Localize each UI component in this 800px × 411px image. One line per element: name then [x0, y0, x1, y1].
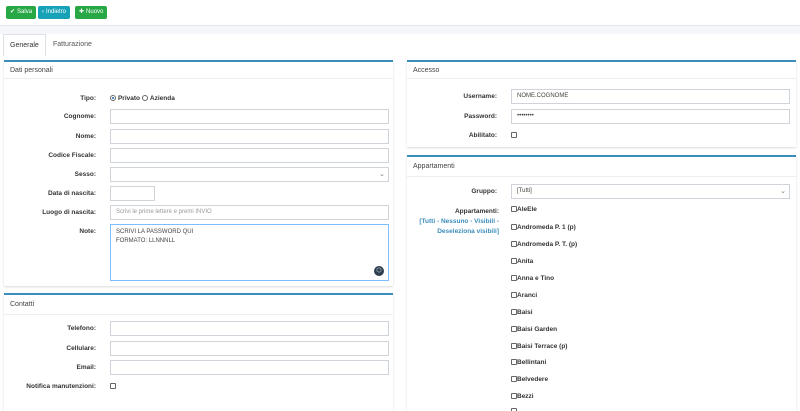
- list-item[interactable]: Baisi: [511, 309, 533, 316]
- tax-code-label: Codice Fiscale:: [48, 152, 96, 159]
- type-private-radio[interactable]: [110, 95, 116, 102]
- surname-input[interactable]: [110, 109, 389, 124]
- chevron-left-icon: ‹: [42, 9, 44, 15]
- name-label: Nome:: [75, 133, 96, 140]
- list-item[interactable]: Baisi Garden: [511, 326, 557, 333]
- phone-input[interactable]: [110, 321, 389, 336]
- save-button[interactable]: ✔ Salva: [6, 6, 37, 19]
- access-card: Accesso Username: NOME.COGNOME Password:…: [407, 60, 796, 147]
- mobile-row: Cellulare:: [4, 341, 393, 356]
- group-label: Gruppo:: [471, 188, 497, 195]
- username-input[interactable]: NOME.COGNOME: [511, 89, 790, 104]
- list-item[interactable]: Anna e Tino: [511, 275, 554, 282]
- new-button-label: Nuovo: [86, 9, 104, 15]
- birth-place-row: Luogo di nascita: Scrivi le prime letter…: [4, 205, 393, 220]
- apartments-controls: Appartamenti: [Tutti - Nessuno - Visibil…: [407, 207, 499, 237]
- surname-label: Cognome:: [63, 113, 96, 120]
- password-input[interactable]: ••••••••: [511, 109, 790, 124]
- phone-label: Telefono:: [67, 325, 96, 332]
- notes-label: Note:: [79, 228, 96, 235]
- group-select[interactable]: [Tutti] ⌄: [511, 184, 790, 199]
- grammar-helper-icon[interactable]: ⬡: [374, 266, 384, 276]
- name-input[interactable]: [110, 129, 389, 144]
- list-item[interactable]: AleEle: [511, 206, 537, 213]
- mobile-label: Cellulare:: [66, 345, 96, 352]
- list-item[interactable]: Anita: [511, 258, 533, 265]
- birth-place-label: Luogo di nascita:: [42, 209, 96, 216]
- sex-select[interactable]: ⌄: [110, 167, 389, 182]
- main-content: Dati personali Tipo: Privato Azienda Cog…: [0, 56, 800, 411]
- tax-code-input[interactable]: [110, 148, 389, 163]
- maintenance-label: Notifica manutenzioni:: [26, 383, 96, 390]
- birth-date-row: Data di nascita:: [4, 186, 393, 201]
- username-row: Username: NOME.COGNOME: [407, 89, 796, 104]
- chevron-down-icon: ⌄: [379, 171, 385, 178]
- new-button[interactable]: ✚ Nuovo: [75, 6, 108, 19]
- check-icon: ✔: [10, 9, 16, 15]
- type-label: Tipo:: [80, 95, 96, 102]
- enabled-label: Abilitato:: [468, 132, 497, 139]
- birth-date-label: Data di nascita:: [47, 190, 96, 197]
- apartments-card: Appartamenti Gruppo: [Tutti] ⌄ Appartame…: [407, 155, 796, 411]
- sex-label: Sesso:: [74, 171, 96, 178]
- apartments-title: Appartamenti: [407, 157, 796, 177]
- personal-data-card: Dati personali Tipo: Privato Azienda Cog…: [4, 60, 393, 286]
- list-item[interactable]: Belvedere: [511, 376, 548, 383]
- email-input[interactable]: [110, 360, 389, 375]
- notes-textarea[interactable]: SCRIVI LA PASSWORD QUI FORMATO: LLNNNLL …: [110, 224, 389, 281]
- notes-row: Note: SCRIVI LA PASSWORD QUI FORMATO: LL…: [4, 224, 393, 281]
- sex-row: Sesso: ⌄: [4, 167, 393, 182]
- list-item[interactable]: Bellintani: [511, 359, 546, 366]
- email-label: Email:: [76, 364, 96, 371]
- name-row: Nome:: [4, 129, 393, 144]
- list-item[interactable]: Andromeda P. T. (p): [511, 241, 577, 248]
- select-all-link[interactable]: Tutti: [422, 218, 436, 225]
- notes-line-1: SCRIVI LA PASSWORD QUI: [116, 229, 194, 235]
- password-label: Password:: [464, 113, 497, 120]
- toolbar: ✔ Salva ‹ Indietro ✚ Nuovo: [0, 0, 800, 26]
- maintenance-checkbox[interactable]: [110, 383, 116, 390]
- password-row: Password: ••••••••: [407, 109, 796, 124]
- list-item[interactable]: Aranci: [511, 292, 537, 299]
- birth-place-input[interactable]: Scrivi le prime lettere e premi INVIO: [110, 205, 389, 220]
- type-company-radio[interactable]: [141, 95, 148, 102]
- contacts-title: Contatti: [4, 295, 393, 315]
- enabled-row: Abilitato:: [407, 128, 796, 143]
- birth-date-input[interactable]: [110, 186, 155, 201]
- type-row: Tipo: Privato Azienda: [4, 91, 393, 106]
- list-item[interactable]: Bezzi: [511, 393, 534, 400]
- save-button-label: Salva: [17, 9, 33, 15]
- mobile-input[interactable]: [110, 341, 389, 356]
- personal-data-title: Dati personali: [4, 62, 393, 79]
- plus-icon: ✚: [79, 9, 85, 15]
- contacts-card: Contatti Telefono: Cellulare: Email: Not…: [4, 293, 393, 411]
- notes-line-2: FORMATO: LLNNNLL: [116, 238, 176, 244]
- list-item[interactable]: Baisi Terrace (p): [511, 343, 567, 350]
- type-private-label: Privato: [117, 95, 140, 102]
- back-button[interactable]: ‹ Indietro: [38, 6, 71, 19]
- group-select-value: [Tutti]: [517, 188, 532, 194]
- type-company-label: Azienda: [149, 95, 175, 102]
- phone-row: Telefono:: [4, 321, 393, 336]
- maintenance-row: Notifica manutenzioni:: [4, 379, 393, 394]
- tabs-bar: Generale Fatturazione: [0, 34, 800, 56]
- surname-row: Cognome:: [4, 109, 393, 124]
- tab-billing[interactable]: Fatturazione: [47, 34, 98, 56]
- select-none-link[interactable]: Nessuno: [441, 218, 468, 225]
- group-row: Gruppo: [Tutti] ⌄: [407, 184, 796, 199]
- username-label: Username:: [463, 93, 497, 100]
- select-visible-link[interactable]: Visibili: [474, 218, 495, 225]
- list-item[interactable]: Andromeda P. 1 (p): [511, 224, 576, 231]
- back-button-label: Indietro: [46, 9, 67, 15]
- enabled-checkbox[interactable]: [511, 132, 517, 139]
- deselect-visible-link[interactable]: Deseleziona visibili: [437, 228, 497, 235]
- tax-code-row: Codice Fiscale:: [4, 148, 393, 163]
- tab-general[interactable]: Generale: [3, 34, 46, 56]
- apartments-list-label: Appartamenti:: [454, 208, 499, 215]
- email-row: Email:: [4, 360, 393, 375]
- chevron-down-icon: ⌄: [780, 188, 786, 195]
- access-title: Accesso: [407, 62, 796, 79]
